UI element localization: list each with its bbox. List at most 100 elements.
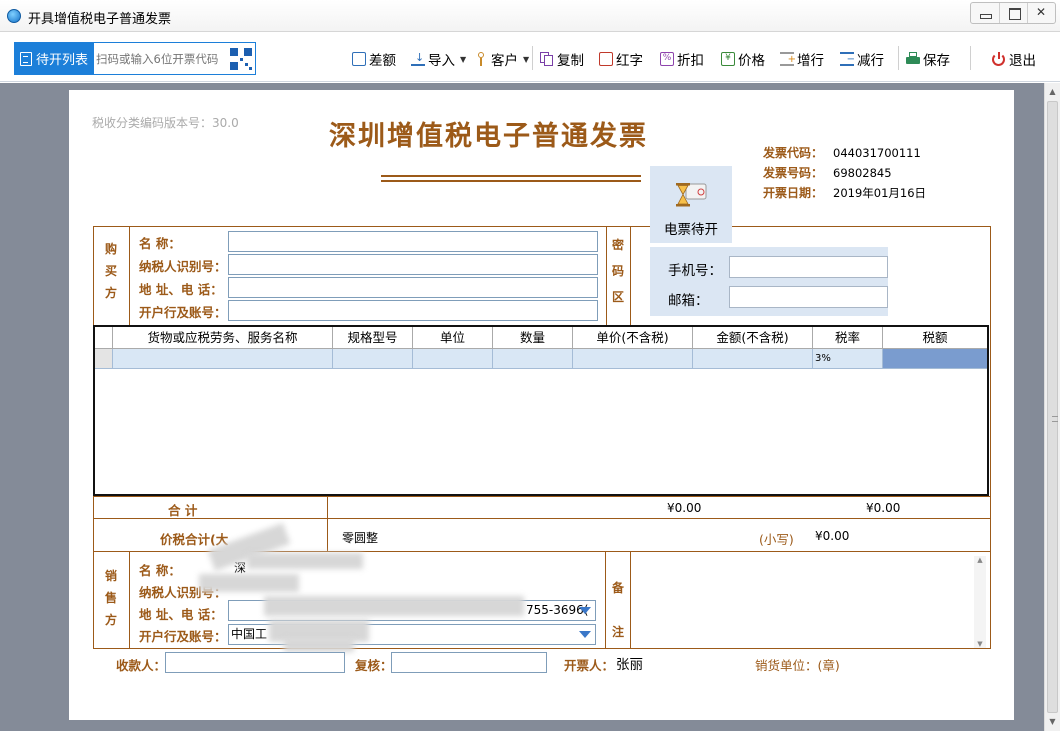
price-icon: ¥ (721, 52, 735, 66)
scan-code-box (94, 42, 256, 75)
close-icon[interactable] (1027, 3, 1055, 23)
save-label: 保存 (923, 53, 950, 69)
invoice-date-value: 2019年01月16日 (833, 186, 927, 200)
cipher-area-label: 密 码 区 (606, 232, 630, 310)
grip-icon (1052, 416, 1058, 422)
quantity-cell[interactable] (492, 349, 572, 368)
exit-button[interactable]: 退出 (992, 50, 1036, 69)
customer-button[interactable]: 客户 ▼ (474, 50, 529, 69)
side-char: 买 (104, 264, 117, 278)
diff-button[interactable]: 差额 (352, 50, 396, 69)
divider (630, 226, 631, 325)
pending-list-button[interactable]: 待开列表 (14, 42, 94, 75)
invoice-paper: 税收分类编码版本号：30.0 深圳增值税电子普通发票 发票代码： 04403170… (69, 90, 1014, 720)
toolbar-divider (970, 46, 971, 70)
copy-icon (540, 52, 554, 66)
payee-input[interactable] (165, 652, 345, 673)
price-button[interactable]: ¥ 价格 (721, 50, 765, 69)
scroll-thumb[interactable] (1047, 101, 1058, 713)
copy-button[interactable]: 复制 (540, 50, 584, 69)
phone-label: 手机号： (668, 263, 722, 279)
goods-name-cell[interactable] (112, 349, 332, 368)
divider (93, 518, 991, 519)
side-char: 售 (104, 591, 117, 605)
spec-cell[interactable] (332, 349, 412, 368)
drawer-value: 张丽 (616, 657, 643, 673)
maximize-icon[interactable] (999, 3, 1027, 23)
buyer-taxid-input[interactable] (228, 254, 598, 275)
side-char: 区 (611, 290, 624, 304)
seller-bank-value: 中国工 (231, 627, 268, 641)
payee-label: 收款人： (116, 658, 167, 673)
privacy-blur (199, 574, 299, 592)
app-icon (7, 9, 21, 23)
power-icon (992, 52, 1006, 66)
side-char: 方 (104, 613, 117, 627)
tax-amount-cell[interactable] (882, 349, 987, 368)
discount-button[interactable]: % 折扣 (660, 50, 704, 69)
title-bar: 开具增值税电子普通发票 (0, 0, 1060, 32)
remarks-scrollbar[interactable]: ▲ ▼ (974, 556, 986, 648)
discount-icon: % (660, 52, 674, 66)
hourglass-icon (676, 183, 707, 207)
seller-name-label: 名 称： (139, 563, 181, 578)
red-invoice-icon (599, 52, 613, 66)
seller-bank-label: 开户行及账号： (139, 629, 227, 644)
amount-cell[interactable] (692, 349, 812, 368)
invoice-number-label: 发票号码： (763, 166, 824, 180)
red-invoice-button[interactable]: 红字 (599, 50, 643, 69)
column-header: 单位 (412, 327, 492, 348)
chevron-down-icon[interactable] (579, 631, 591, 638)
scan-code-input[interactable] (96, 49, 228, 69)
buyer-taxid-label: 纳税人识别号： (139, 259, 227, 274)
scroll-down-icon[interactable]: ▼ (1045, 715, 1060, 729)
qr-code-icon[interactable] (230, 48, 252, 70)
price-label: 价格 (738, 53, 765, 69)
delete-row-button[interactable]: − 减行 (840, 50, 884, 69)
drawer-label: 开票人： (564, 658, 615, 673)
e-invoice-pending-label: 电票待开 (664, 222, 718, 238)
side-char: 注 (611, 625, 624, 639)
column-header: 税率 (812, 327, 882, 348)
scroll-down-icon[interactable]: ▼ (974, 640, 986, 648)
scroll-up-icon[interactable]: ▲ (1045, 85, 1060, 99)
delete-row-label: 减行 (857, 53, 884, 69)
total-tax: ¥0.00 (866, 501, 901, 515)
row-selector[interactable] (95, 349, 112, 368)
buyer-name-label: 名 称： (139, 236, 181, 251)
lowercase-label: (小写) (759, 532, 794, 547)
vertical-scrollbar[interactable]: ▲ ▼ (1044, 83, 1060, 731)
import-label: 导入 (428, 53, 455, 69)
seller-side-label: 销 售 方 (99, 565, 123, 631)
copy-label: 复制 (557, 53, 584, 69)
import-icon: ↓ (411, 52, 425, 66)
amount-lowercase: ¥0.00 (815, 529, 850, 543)
category-version: 税收分类编码版本号：30.0 (92, 116, 239, 130)
table-row[interactable]: 3% (95, 349, 987, 369)
side-char: 方 (104, 286, 117, 300)
buyer-address-input[interactable] (228, 277, 598, 298)
unit-price-cell[interactable] (572, 349, 692, 368)
privacy-blur (284, 638, 354, 652)
add-row-button[interactable]: + 增行 (780, 50, 824, 69)
scroll-up-icon[interactable]: ▲ (974, 556, 986, 564)
remarks-label: 备 注 (606, 566, 630, 654)
tax-rate-cell[interactable]: 3% (812, 349, 882, 368)
divider (327, 496, 328, 551)
amount-in-words: 零圆整 (342, 531, 379, 545)
phone-input[interactable] (729, 256, 888, 278)
buyer-bank-label: 开户行及账号： (139, 305, 227, 320)
contact-panel: 手机号： 邮箱： (650, 247, 888, 316)
reviewer-input[interactable] (391, 652, 547, 673)
printer-icon (906, 52, 920, 66)
remarks-textarea[interactable]: ▲ ▼ (631, 556, 988, 648)
minimize-icon[interactable] (971, 3, 999, 23)
buyer-bank-input[interactable] (228, 300, 598, 321)
chevron-down-icon[interactable] (579, 607, 591, 614)
unit-cell[interactable] (412, 349, 492, 368)
import-button[interactable]: ↓ 导入 ▼ (411, 50, 466, 69)
save-button[interactable]: 保存 (906, 50, 950, 69)
buyer-name-input[interactable] (228, 231, 598, 252)
invoice-number: 发票号码： 69802845 (763, 164, 892, 181)
email-input[interactable] (729, 286, 888, 308)
